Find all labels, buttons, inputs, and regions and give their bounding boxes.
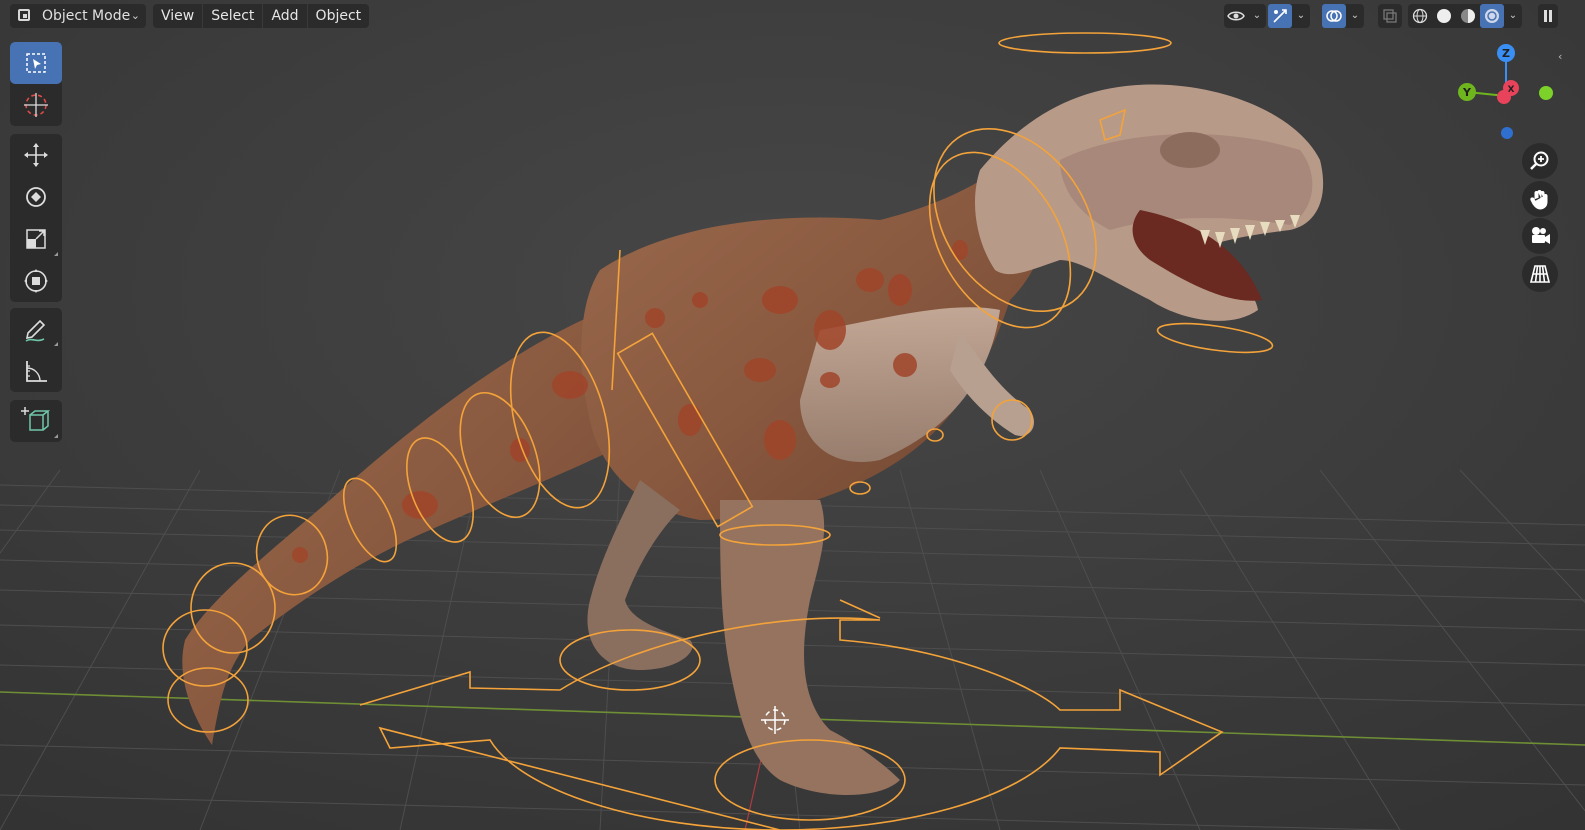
- visibility-icon[interactable]: [1224, 4, 1248, 28]
- overlay-icon[interactable]: [1322, 4, 1346, 28]
- scale-tool[interactable]: [10, 218, 62, 260]
- move-icon: [24, 143, 48, 167]
- toolbar-add-group: [10, 400, 62, 442]
- 3d-viewport[interactable]: [0, 0, 1585, 830]
- annotate-icon: [25, 319, 46, 342]
- header-menu: View Select Add Object: [153, 4, 370, 28]
- cursor-icon: [24, 93, 48, 117]
- sidebar-toggle-icon[interactable]: ‹: [1558, 50, 1568, 66]
- gizmo-neg-z-axis: [1501, 127, 1513, 139]
- rendered-shading-icon[interactable]: [1480, 4, 1504, 28]
- select-box-tool[interactable]: [10, 42, 62, 84]
- gizmo-neg-y-axis: [1539, 86, 1553, 100]
- xray-control[interactable]: [1378, 4, 1402, 28]
- gizmo-z-label: Z: [1502, 47, 1510, 60]
- gizmo-icon[interactable]: [1268, 4, 1292, 28]
- overlay-control[interactable]: ⌄: [1322, 4, 1364, 28]
- move-tool[interactable]: [10, 134, 62, 176]
- tool-options-corner: [54, 342, 58, 346]
- annotate-tool[interactable]: [10, 308, 62, 350]
- shading-control[interactable]: ⌄: [1408, 4, 1522, 28]
- perspective-toggle-button[interactable]: [1522, 256, 1558, 292]
- viewport-scene: [0, 0, 1585, 830]
- cursor-tool[interactable]: [10, 84, 62, 126]
- navigation-gizmo[interactable]: Z Y X: [1450, 40, 1560, 150]
- zoom-icon: [1530, 151, 1549, 170]
- gizmo-center: [1497, 90, 1511, 104]
- gizmo-control[interactable]: ⌄: [1268, 4, 1310, 28]
- menu-select[interactable]: Select: [202, 4, 262, 28]
- select-box-icon: [26, 53, 46, 73]
- scale-icon: [26, 229, 46, 249]
- menu-object[interactable]: Object: [306, 4, 370, 28]
- chevron-down-icon: ⌄: [130, 9, 140, 22]
- mode-selector[interactable]: Object Mode ⌄: [10, 4, 146, 28]
- measure-icon: [26, 361, 47, 382]
- object-mode-icon: [18, 9, 30, 21]
- pan-button[interactable]: [1522, 181, 1558, 217]
- wireframe-shading-icon[interactable]: [1408, 4, 1432, 28]
- measure-tool[interactable]: [10, 350, 62, 392]
- xray-icon[interactable]: [1378, 4, 1402, 28]
- hand-icon: [1530, 190, 1548, 210]
- toolbar-annotate-group: [10, 308, 62, 392]
- chevron-down-icon[interactable]: ⌄: [1248, 4, 1266, 28]
- mode-label: Object Mode: [42, 8, 131, 24]
- chevron-down-icon[interactable]: ⌄: [1504, 4, 1522, 28]
- material-shading-icon[interactable]: [1456, 4, 1480, 28]
- chevron-down-icon[interactable]: ⌄: [1292, 4, 1310, 28]
- rotate-icon: [26, 187, 46, 207]
- toolbar-selection-group: [10, 42, 62, 126]
- transform-icon: [24, 269, 48, 293]
- tool-options-corner: [54, 434, 58, 438]
- zoom-button[interactable]: [1522, 143, 1558, 179]
- camera-view-button[interactable]: [1522, 218, 1558, 254]
- menu-view[interactable]: View: [153, 4, 202, 28]
- solid-shading-icon[interactable]: [1432, 4, 1456, 28]
- pause-icon[interactable]: [1538, 4, 1558, 28]
- pause-render-button[interactable]: [1538, 4, 1558, 28]
- viewport-header: Object Mode ⌄ View Select Add Object ⌄ ⌄…: [0, 0, 1585, 32]
- tool-options-corner: [54, 252, 58, 256]
- rotate-tool[interactable]: [10, 176, 62, 218]
- gizmo-y-label: Y: [1462, 86, 1472, 99]
- transform-tool[interactable]: [10, 260, 62, 302]
- toolbar-transform-group: [10, 134, 62, 302]
- grid-perspective-icon: [1529, 265, 1551, 283]
- visibility-control[interactable]: ⌄: [1224, 4, 1266, 28]
- menu-add[interactable]: Add: [262, 4, 306, 28]
- add-cube-tool[interactable]: [10, 400, 62, 442]
- add-cube-icon: [21, 407, 51, 431]
- camera-icon: [1532, 227, 1550, 244]
- chevron-down-icon[interactable]: ⌄: [1346, 4, 1364, 28]
